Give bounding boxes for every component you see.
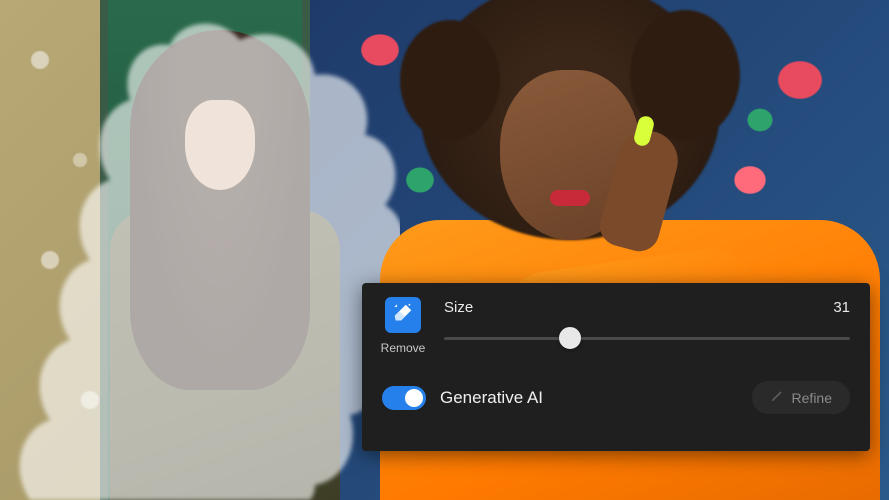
- size-slider-value: 31: [833, 299, 850, 316]
- eraser-icon: [392, 302, 414, 329]
- remove-tool-button[interactable]: [385, 297, 421, 333]
- photo-canvas[interactable]: Remove Size 31 Generative AI: [0, 0, 889, 500]
- size-slider[interactable]: [444, 326, 850, 350]
- generative-ai-toggle[interactable]: [382, 386, 426, 410]
- size-slider-thumb[interactable]: [559, 327, 581, 349]
- refine-button[interactable]: Refine: [752, 381, 850, 414]
- pencil-icon: [770, 389, 784, 406]
- remove-tool-label: Remove: [381, 341, 426, 355]
- remove-tool-panel: Remove Size 31 Generative AI: [362, 283, 870, 451]
- refine-button-label: Refine: [792, 390, 832, 406]
- generative-ai-label: Generative AI: [440, 388, 543, 408]
- subject-left-person: [90, 30, 350, 500]
- size-slider-label: Size: [444, 299, 473, 316]
